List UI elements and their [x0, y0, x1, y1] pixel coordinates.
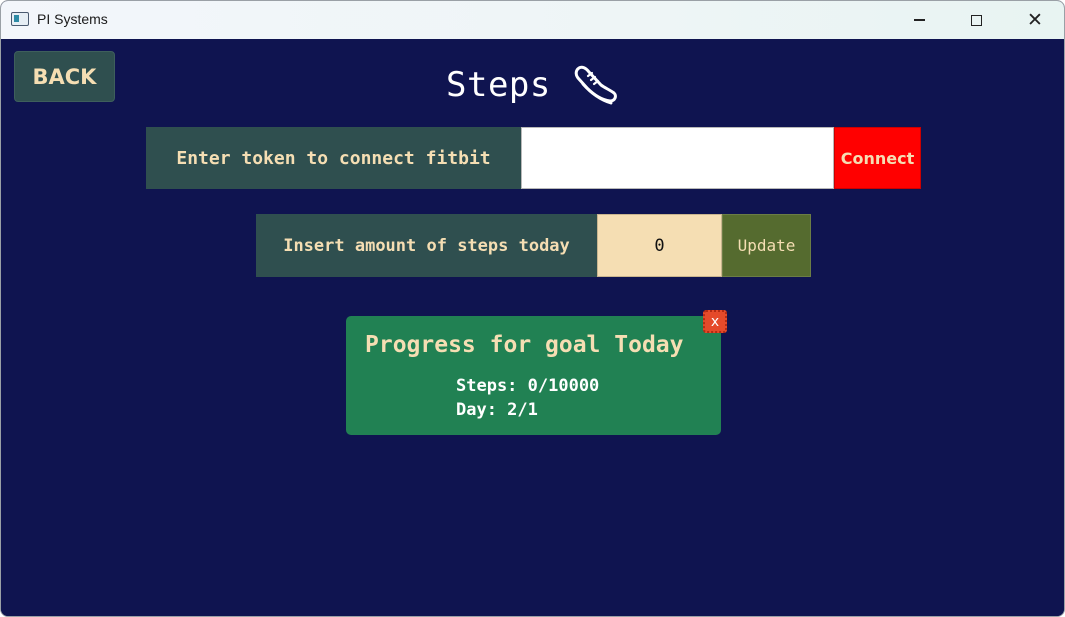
close-window-button[interactable]: ✕ — [1006, 1, 1064, 39]
update-button[interactable]: Update — [722, 214, 811, 277]
app-window: PI Systems ✕ BACK Steps Enter token to c… — [0, 0, 1065, 617]
minimize-icon — [913, 19, 925, 21]
back-button[interactable]: BACK — [14, 51, 115, 102]
close-icon: ✕ — [1027, 8, 1043, 31]
steps-input[interactable] — [597, 214, 722, 277]
app-window-icon — [11, 12, 29, 26]
progress-card: Progress for goal Today Steps: 0/10000 D… — [346, 316, 721, 435]
window-title: PI Systems — [37, 11, 108, 27]
steps-progress: Steps: 0/10000 — [456, 376, 600, 396]
day-progress: Day: 2/1 — [456, 400, 538, 420]
token-label: Enter token to connect fitbit — [146, 127, 521, 189]
token-input[interactable] — [521, 127, 834, 189]
title-bar: PI Systems ✕ — [1, 1, 1064, 39]
sneaker-icon — [574, 65, 617, 105]
connect-button[interactable]: Connect — [834, 127, 921, 189]
progress-title: Progress for goal Today — [365, 332, 684, 358]
steps-label: Insert amount of steps today — [256, 214, 597, 277]
steps-page: BACK Steps Enter token to connect fitbit… — [1, 39, 1064, 616]
minimize-button[interactable] — [890, 1, 948, 39]
page-title: Steps — [446, 65, 551, 105]
maximize-button[interactable] — [947, 1, 1005, 39]
maximize-icon — [970, 14, 982, 26]
close-progress-button[interactable]: x — [703, 310, 727, 333]
